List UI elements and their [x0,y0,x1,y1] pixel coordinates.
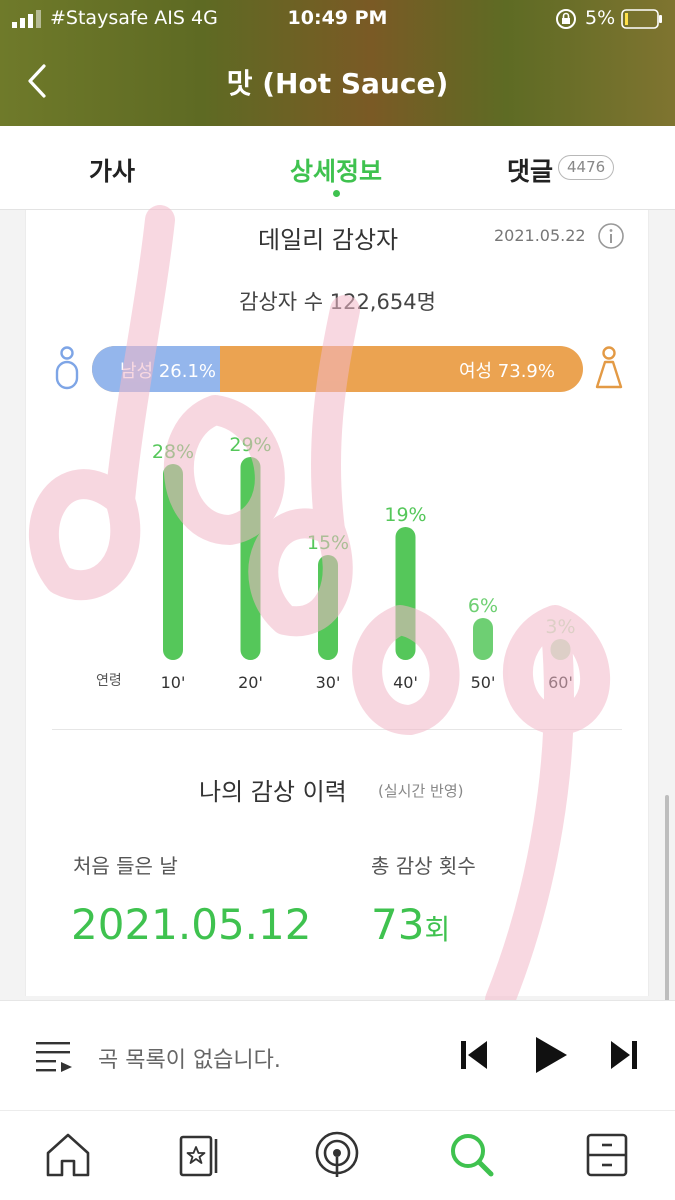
my-music-icon[interactable] [176,1129,226,1181]
status-bar: #Staysafe AIS 4G 10:49 PM 5% [0,0,675,40]
realtime-note: (실시간 반영) [378,782,464,800]
male-icon [55,346,79,390]
age-value-label-3: 19% [384,504,426,526]
age-value-label-5: 3% [545,616,575,638]
more-icon[interactable] [582,1129,632,1181]
female-icon [595,346,623,389]
listener-count: 감상자 수 122,654명 [239,290,436,314]
tab-lyrics[interactable]: 가사 [89,152,135,188]
age-value-label-4: 6% [468,595,498,617]
age-tick-label-2: 30' [316,673,341,692]
section-divider [52,729,622,730]
age-tick-label-3: 40' [393,673,418,692]
mini-player: 곡 목록이 없습니다. [0,1000,675,1110]
page-title: 맛 (Hot Sauce) [226,67,449,100]
age-bar-0 [163,464,183,660]
age-value-label-1: 29% [229,434,271,456]
age-bar-5 [550,639,571,660]
tab-comments[interactable]: 댓글 [507,152,553,188]
age-bar-2 [318,555,338,660]
total-plays-value: 73회 [371,900,450,949]
tab-bar: 가사 상세정보 댓글 4476 [0,126,675,210]
age-bar-3 [395,527,416,660]
play-icon[interactable] [532,1034,570,1076]
daily-listeners-title: 데일리 감상자 [258,226,399,254]
total-plays-number: 73 [371,900,425,949]
station-icon[interactable] [312,1129,362,1181]
playlist-icon[interactable] [34,1038,74,1074]
age-value-label-0: 28% [152,441,194,463]
comment-count-badge: 4476 [558,155,615,180]
age-value-label-2: 15% [307,532,349,554]
rotation-lock-icon [556,9,576,29]
age-axis-label: 연령 [96,673,122,689]
empty-playlist-text: 곡 목록이 없습니다. [98,1048,281,1073]
search-icon[interactable] [446,1129,496,1181]
home-icon[interactable] [43,1129,93,1181]
age-tick-label-5: 60' [548,673,573,692]
total-plays-unit: 회 [424,913,451,946]
tab-details[interactable]: 상세정보 [290,152,382,188]
listening-history-title: 나의 감상 이력 [199,778,347,806]
age-tick-label-4: 50' [471,673,496,692]
male-ratio-label: 남성 26.1% [120,361,217,382]
header-bar: #Staysafe AIS 4G 10:49 PM 5% 맛 (Hot Sauc… [0,0,675,126]
age-tick-label-0: 10' [161,673,186,692]
female-ratio-label: 여성 73.9% [458,361,555,382]
stats-date: 2021.05.22 [494,226,586,245]
info-icon[interactable] [597,222,625,250]
previous-track-icon[interactable] [458,1037,490,1073]
active-tab-indicator [333,190,340,197]
age-bar-4 [473,618,493,660]
bottom-navigation [0,1110,675,1200]
battery-percent: 5% [585,7,616,29]
age-bar-1 [240,457,261,660]
first-listen-label: 처음 들은 날 [73,854,178,878]
age-tick-label-1: 20' [238,673,263,692]
total-plays-label: 총 감상 횟수 [371,854,476,878]
next-track-icon[interactable] [608,1037,640,1073]
first-listen-date: 2021.05.12 [71,900,312,949]
age-distribution-chart: 28% 10' 29% 20' 15% 30' 19% 40' 6% 50' 3% 60' [152,434,576,692]
gender-ratio-bar: 남성 26.1% 여성 73.9% [92,346,583,392]
battery-icon [621,9,662,29]
